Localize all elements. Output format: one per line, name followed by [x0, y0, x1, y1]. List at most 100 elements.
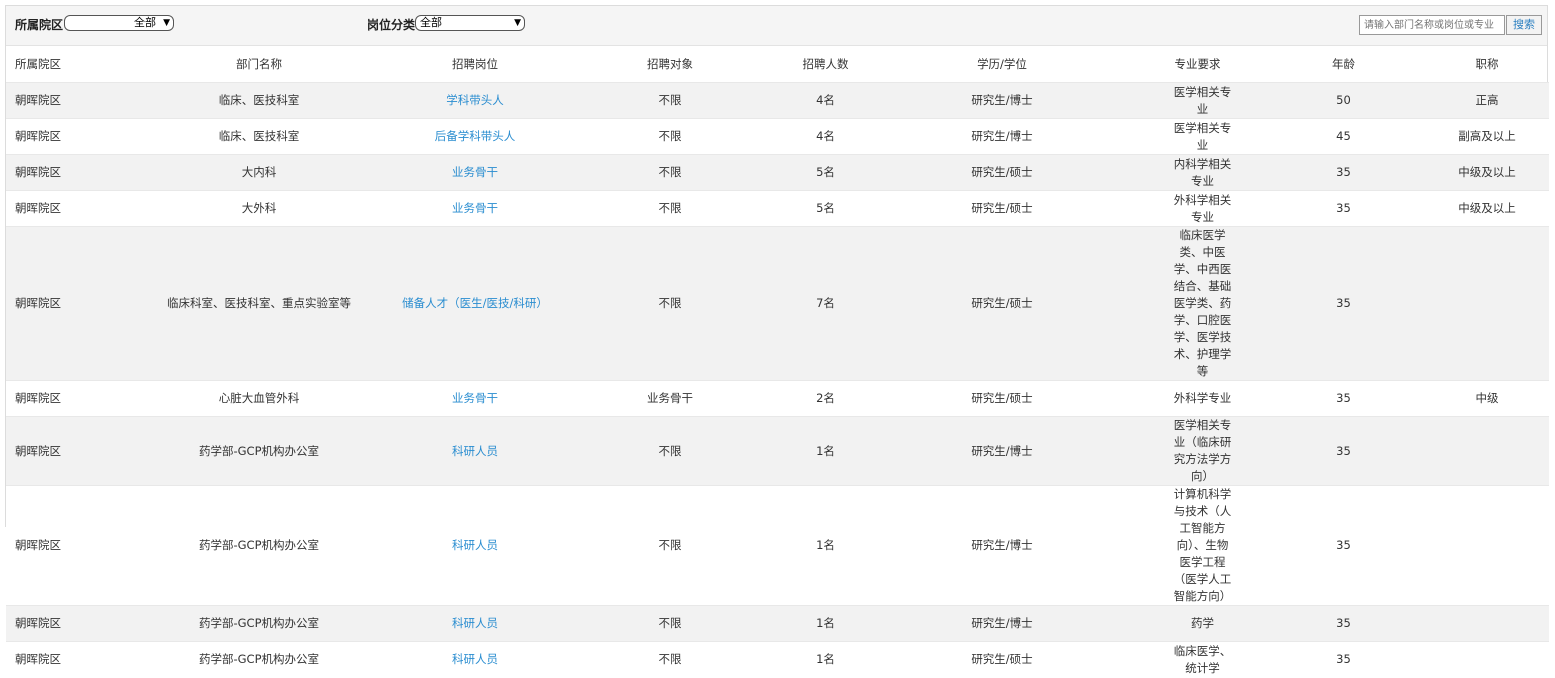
degree-cell: 研究生/硕士: [971, 296, 1033, 310]
table-row: 朝晖院区 药学部-GCP机构办公室 科研人员 不限 1名 研究生/硕士 临床医学、统计学 35: [6, 641, 1549, 678]
district-filter-label: 所属院区: [15, 18, 64, 32]
major-cell: 内科学相关专业: [1173, 156, 1232, 188]
major-cell: 临床医学、统计学: [1173, 643, 1232, 675]
degree-cell: 研究生/博士: [971, 538, 1033, 552]
column-header-age: 年龄: [1332, 56, 1355, 71]
target-cell: 不限: [658, 201, 682, 215]
table-row: 朝晖院区 临床、医技科室 后备学科带头人 不限 4名 研究生/博士 医学相关专业 45 副高及以…: [6, 118, 1549, 155]
filter-toolbar: 所属院区 全部 ▼ 岗位分类 全部 ▼ 搜索: [6, 6, 1547, 46]
column-header-position: 招聘岗位: [452, 56, 498, 71]
major-cell: 医学相关专业（临床研究方法学方向）: [1173, 418, 1232, 483]
chevron-down-icon: ▼: [163, 18, 170, 28]
position-link[interactable]: 业务骨干: [390, 155, 560, 191]
category-select[interactable]: 全部 ▼: [415, 15, 525, 31]
position-link[interactable]: 科研人员: [390, 417, 560, 486]
position-link[interactable]: 科研人员: [390, 486, 560, 606]
dept-cell: 药学部-GCP机构办公室: [198, 616, 320, 630]
column-header-count: 招聘人数: [802, 56, 849, 71]
target-cell: 业务骨干: [647, 391, 693, 405]
district-cell: 朝晖院区: [15, 443, 61, 458]
table-body: 朝晖院区 临床、医技科室 学科带头人 不限 4名 研究生/博士 医学相关专业 50 正高 朝晖院区…: [6, 82, 1549, 678]
major-cell: 计算机科学与技术（人工智能方向）、生物医学工程（医学人工智能方向）: [1173, 487, 1232, 603]
major-cell: 医学相关专业: [1173, 120, 1232, 152]
column-header-district: 所属院区: [15, 56, 61, 71]
target-cell: 不限: [658, 652, 682, 667]
dept-cell: 大内科: [241, 165, 277, 179]
district-cell: 朝晖院区: [15, 538, 61, 552]
count-cell: 7名: [816, 296, 835, 310]
column-header-title: 职称: [1475, 56, 1499, 71]
dept-cell: 药学部-GCP机构办公室: [198, 652, 320, 667]
degree-cell: 研究生/博士: [971, 443, 1033, 458]
position-link[interactable]: 学科带头人: [390, 83, 560, 119]
table-row: 朝晖院区 临床、医技科室 学科带头人 不限 4名 研究生/博士 医学相关专业 50 正高: [6, 82, 1549, 119]
degree-cell: 研究生/硕士: [971, 165, 1033, 179]
dept-cell: 临床科室、医技科室、重点实验室等: [167, 296, 351, 310]
position-link[interactable]: 科研人员: [390, 642, 560, 678]
position-link[interactable]: 储备人才（医生/医技/科研）: [390, 227, 560, 381]
recruitment-table: 所属院区 部门名称 招聘岗位 招聘对象 招聘人数 学历/学位 专业要求 年龄 职称 朝晖院区 临床…: [6, 46, 1549, 678]
degree-cell: 研究生/博士: [971, 129, 1033, 143]
dept-cell: 临床、医技科室: [218, 93, 300, 107]
count-cell: 1名: [816, 538, 835, 552]
district-cell: 朝晖院区: [15, 129, 61, 143]
degree-cell: 研究生/硕士: [971, 391, 1033, 405]
column-header-major: 专业要求: [1174, 56, 1221, 71]
search-input[interactable]: [1359, 15, 1505, 35]
table-row: 朝晖院区 大外科 业务骨干 不限 5名 研究生/硕士 外科学相关专业 35 中级及以上: [6, 190, 1549, 227]
target-cell: 不限: [658, 538, 682, 552]
district-cell: 朝晖院区: [15, 616, 61, 630]
major-cell: 外科学相关专业: [1173, 192, 1232, 224]
table-row: 朝晖院区 药学部-GCP机构办公室 科研人员 不限 1名 研究生/博士 计算机科学与技术（人…: [6, 485, 1549, 606]
degree-cell: 研究生/博士: [971, 616, 1033, 630]
district-select[interactable]: 全部 ▼: [64, 15, 174, 31]
target-cell: 不限: [658, 296, 682, 310]
title-cell: 中级及以上: [1458, 201, 1516, 215]
chevron-down-icon: ▼: [514, 18, 521, 28]
age-cell: 35: [1336, 165, 1351, 179]
table-header-row: 所属院区 部门名称 招聘岗位 招聘对象 招聘人数 学历/学位 专业要求 年龄 职称: [6, 46, 1549, 83]
title-cell: 正高: [1475, 93, 1499, 107]
target-cell: 不限: [658, 616, 682, 630]
position-link[interactable]: 科研人员: [390, 606, 560, 642]
count-cell: 1名: [816, 443, 835, 458]
title-cell: [1425, 642, 1549, 678]
target-cell: 不限: [658, 443, 682, 458]
dept-cell: 药学部-GCP机构办公室: [198, 443, 320, 458]
title-cell: 中级: [1475, 391, 1499, 405]
major-cell: 临床医学类、中医学、中西医结合、基础医学类、药学、口腔医学、医学技术、护理学等: [1173, 228, 1232, 378]
target-cell: 不限: [658, 165, 682, 179]
table-row: 朝晖院区 大内科 业务骨干 不限 5名 研究生/硕士 内科学相关专业 35 中级及以上: [6, 154, 1549, 191]
table-row: 朝晖院区 药学部-GCP机构办公室 科研人员 不限 1名 研究生/博士 药学 35: [6, 605, 1549, 642]
table-row: 朝晖院区 心脏大血管外科 业务骨干 业务骨干 2名 研究生/硕士 外科学专业 35 中级: [6, 380, 1549, 417]
degree-cell: 研究生/博士: [971, 93, 1033, 107]
target-cell: 不限: [658, 93, 682, 107]
search-button[interactable]: 搜索: [1506, 15, 1542, 35]
title-cell: 中级及以上: [1458, 165, 1516, 179]
title-cell: [1425, 486, 1549, 606]
table-row: 朝晖院区 药学部-GCP机构办公室 科研人员 不限 1名 研究生/博士 医学相关专业（临床研…: [6, 416, 1549, 486]
age-cell: 35: [1336, 443, 1351, 458]
title-cell: [1425, 227, 1549, 381]
age-cell: 35: [1336, 391, 1351, 405]
title-cell: [1425, 606, 1549, 642]
age-cell: 35: [1336, 616, 1351, 630]
table-row: 朝晖院区 临床科室、医技科室、重点实验室等 储备人才（医生/医技/科研） 不限 7名 研究…: [6, 226, 1549, 381]
count-cell: 5名: [816, 201, 835, 215]
position-link[interactable]: 业务骨干: [390, 381, 560, 417]
dept-cell: 临床、医技科室: [218, 129, 300, 143]
position-link[interactable]: 后备学科带头人: [390, 119, 560, 155]
count-cell: 1名: [816, 652, 835, 667]
column-header-degree: 学历/学位: [977, 56, 1027, 71]
district-cell: 朝晖院区: [15, 201, 61, 215]
count-cell: 2名: [816, 391, 835, 405]
position-link[interactable]: 业务骨干: [390, 191, 560, 227]
district-select-value: 全部: [134, 16, 156, 29]
age-cell: 35: [1336, 652, 1351, 667]
district-cell: 朝晖院区: [15, 391, 61, 405]
column-header-target: 招聘对象: [647, 56, 693, 71]
age-cell: 35: [1336, 296, 1351, 310]
district-cell: 朝晖院区: [15, 296, 61, 310]
degree-cell: 研究生/硕士: [971, 652, 1033, 667]
dept-cell: 药学部-GCP机构办公室: [198, 538, 320, 552]
